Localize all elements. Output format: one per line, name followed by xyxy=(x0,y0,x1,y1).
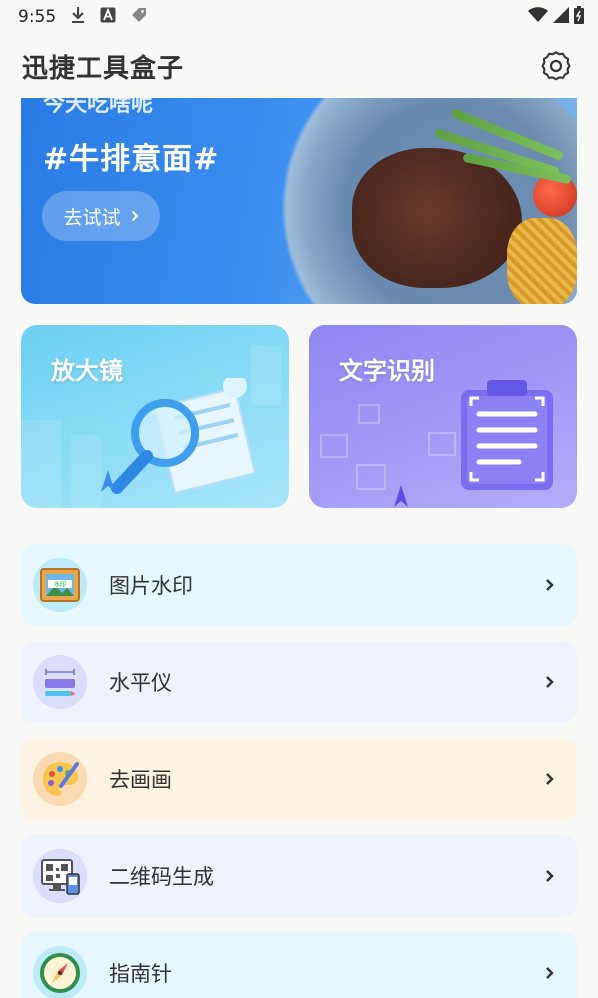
list-item-label: 指南针 xyxy=(109,962,172,986)
app-bar: 迅捷工具盒子 xyxy=(0,34,598,98)
qrcode-icon xyxy=(33,849,87,903)
banner-subtitle: 今天吃啥呢 xyxy=(43,98,154,117)
cursor-icon xyxy=(394,485,408,507)
steak-image xyxy=(352,148,522,288)
wifi-icon xyxy=(528,6,548,28)
svg-text:水印: 水印 xyxy=(54,581,66,589)
tile-ocr-label: 文字识别 xyxy=(339,357,435,385)
palette-icon xyxy=(33,752,87,806)
download-icon xyxy=(70,6,86,29)
cursor-icon xyxy=(101,470,115,492)
banner-title: #牛排意面# xyxy=(43,142,220,177)
pasta-image xyxy=(507,218,577,304)
list-item-label: 去画画 xyxy=(109,768,172,792)
status-bar: 9:55 xyxy=(0,0,598,34)
list-item-level[interactable]: 水平仪 xyxy=(21,641,577,723)
list-item-watermark[interactable]: 水印 图片水印 xyxy=(21,544,577,626)
try-button-label: 去试试 xyxy=(63,206,121,229)
signal-icon xyxy=(553,6,569,28)
chevron-right-icon xyxy=(546,676,554,688)
watermark-icon: 水印 xyxy=(33,558,87,612)
try-button[interactable]: 去试试 xyxy=(42,191,160,241)
compass-icon xyxy=(33,946,87,998)
magnifier-icon xyxy=(111,378,257,495)
app-title: 迅捷工具盒子 xyxy=(22,53,185,84)
tile-ocr[interactable]: 文字识别 xyxy=(309,325,577,508)
tag-icon xyxy=(130,6,148,29)
chevron-right-icon xyxy=(546,579,554,591)
chevron-right-icon xyxy=(131,210,138,222)
food-banner[interactable]: 今天吃啥呢 #牛排意面# 去试试 xyxy=(21,98,577,304)
list-item-qrcode[interactable]: 二维码生成 xyxy=(21,835,577,917)
settings-button[interactable] xyxy=(536,46,576,86)
tile-magnifier[interactable]: 放大镜 xyxy=(21,325,289,508)
battery-icon xyxy=(574,5,584,29)
list-item-compass[interactable]: 指南针 xyxy=(21,932,577,998)
level-icon xyxy=(33,655,87,709)
list-item-draw[interactable]: 去画画 xyxy=(21,738,577,820)
status-time: 9:55 xyxy=(18,7,57,27)
chevron-right-icon xyxy=(546,870,554,882)
list-item-label: 图片水印 xyxy=(109,574,193,598)
clipboard-icon xyxy=(461,380,553,490)
gear-icon xyxy=(541,51,571,81)
chevron-right-icon xyxy=(546,773,554,785)
list-item-label: 二维码生成 xyxy=(109,865,214,889)
chevron-right-icon xyxy=(546,967,554,979)
list-item-label: 水平仪 xyxy=(109,671,172,695)
app-a-icon xyxy=(100,7,116,28)
